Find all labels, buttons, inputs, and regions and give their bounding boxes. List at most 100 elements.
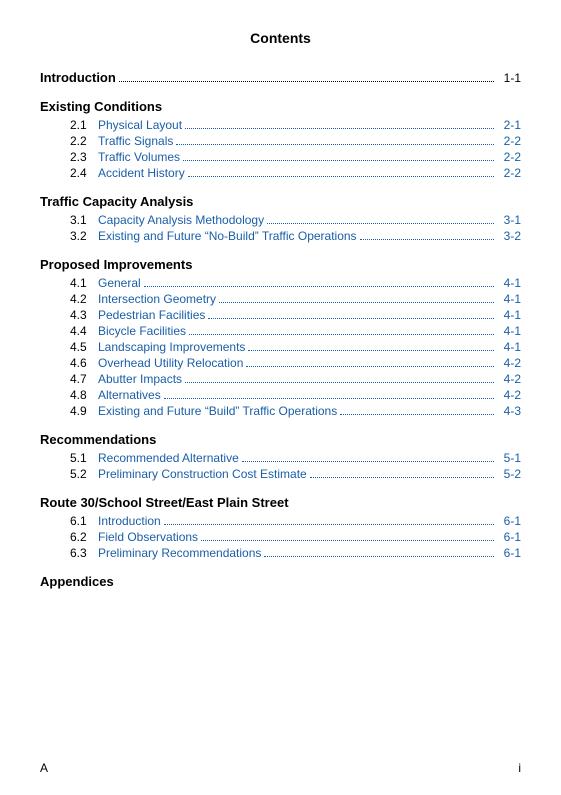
entry-number: 3.2 xyxy=(70,229,98,243)
entry-title: Accident History xyxy=(98,166,185,180)
toc-entry-2-7: 4.8Alternatives4-2 xyxy=(40,388,521,402)
entry-number: 2.3 xyxy=(70,150,98,164)
entry-title: Field Observations xyxy=(98,530,198,544)
toc-entry-4-2: 6.3Preliminary Recommendations6-1 xyxy=(40,546,521,560)
entry-title: Landscaping Improvements xyxy=(98,340,245,354)
toc-entry-2-0: 4.1General4-1 xyxy=(40,276,521,290)
entry-title: Traffic Signals xyxy=(98,134,173,148)
entry-title: Capacity Analysis Methodology xyxy=(98,213,264,227)
entry-page: 5-2 xyxy=(497,467,521,481)
section-heading-2: Proposed Improvements xyxy=(40,257,521,272)
entry-title: Bicycle Facilities xyxy=(98,324,186,338)
entry-dots xyxy=(183,160,494,161)
entry-dots xyxy=(360,239,494,240)
toc-entry-1-0: 3.1Capacity Analysis Methodology 3-1 xyxy=(40,213,521,227)
entry-dots xyxy=(189,334,494,335)
entry-number: 4.5 xyxy=(70,340,98,354)
entry-title: Existing and Future “Build” Traffic Oper… xyxy=(98,404,337,418)
entry-dots xyxy=(208,318,494,319)
entry-number: 4.4 xyxy=(70,324,98,338)
entry-page: 2-2 xyxy=(497,134,521,148)
entry-number: 4.9 xyxy=(70,404,98,418)
entry-dots xyxy=(310,477,494,478)
footer-left: A xyxy=(40,761,48,775)
entry-page: 4-3 xyxy=(497,404,521,418)
entry-number: 2.2 xyxy=(70,134,98,148)
entry-page: 4-1 xyxy=(497,292,521,306)
entry-title: Pedestrian Facilities xyxy=(98,308,205,322)
section-heading-3: Recommendations xyxy=(40,432,521,447)
toc-entry-0-3: 2.4Accident History2-2 xyxy=(40,166,521,180)
toc-entry-2-4: 4.5Landscaping Improvements 4-1 xyxy=(40,340,521,354)
entry-dots xyxy=(246,366,494,367)
entry-title: Preliminary Recommendations xyxy=(98,546,261,560)
page: Contents Introduction 1-1 Existing Condi… xyxy=(0,0,561,795)
toc-section-1: Traffic Capacity Analysis 3.1Capacity Ana… xyxy=(40,194,521,243)
entry-number: 4.7 xyxy=(70,372,98,386)
entry-page: 4-1 xyxy=(497,276,521,290)
entry-dots xyxy=(242,461,494,462)
entry-dots xyxy=(185,128,494,129)
toc-entry-0-2: 2.3Traffic Volumes 2-2 xyxy=(40,150,521,164)
entry-dots xyxy=(164,524,494,525)
footer-right: i xyxy=(518,761,521,775)
entry-page: 3-2 xyxy=(497,229,521,243)
entry-dots xyxy=(264,556,494,557)
entry-dots xyxy=(267,223,494,224)
entry-page: 5-1 xyxy=(497,451,521,465)
entry-number: 6.1 xyxy=(70,514,98,528)
entry-page: 6-1 xyxy=(497,514,521,528)
introduction-page: 1-1 xyxy=(497,71,521,85)
entry-number: 4.1 xyxy=(70,276,98,290)
entry-page: 2-2 xyxy=(497,166,521,180)
entry-page: 4-2 xyxy=(497,356,521,370)
toc-entry-2-1: 4.2Intersection Geometry4-1 xyxy=(40,292,521,306)
toc-entry-3-1: 5.2Preliminary Construction Cost Estimat… xyxy=(40,467,521,481)
entry-page: 2-2 xyxy=(497,150,521,164)
entry-number: 4.6 xyxy=(70,356,98,370)
entry-number: 4.8 xyxy=(70,388,98,402)
entry-title: Recommended Alternative xyxy=(98,451,239,465)
toc-entry-0-1: 2.2Traffic Signals 2-2 xyxy=(40,134,521,148)
entry-title: Abutter Impacts xyxy=(98,372,182,386)
entry-title: Introduction xyxy=(98,514,161,528)
entry-title: Traffic Volumes xyxy=(98,150,180,164)
entry-page: 6-1 xyxy=(497,530,521,544)
entry-dots xyxy=(164,398,494,399)
toc-entry-2-3: 4.4Bicycle Facilities 4-1 xyxy=(40,324,521,338)
toc-entry-4-0: 6.1Introduction 6-1 xyxy=(40,514,521,528)
entry-number: 4.3 xyxy=(70,308,98,322)
entry-dots xyxy=(144,286,494,287)
page-title: Contents xyxy=(40,30,521,46)
toc-entry-2-2: 4.3Pedestrian Facilities 4-1 xyxy=(40,308,521,322)
entry-page: 4-1 xyxy=(497,340,521,354)
entry-dots xyxy=(219,302,494,303)
entry-number: 3.1 xyxy=(70,213,98,227)
toc-introduction: Introduction 1-1 xyxy=(40,70,521,85)
toc-section-0: Existing Conditions2.1Physical Layout2-1… xyxy=(40,99,521,180)
toc-entry-0-0: 2.1Physical Layout2-1 xyxy=(40,118,521,132)
toc-entry-4-1: 6.2Field Observations 6-1 xyxy=(40,530,521,544)
entry-page: 4-1 xyxy=(497,324,521,338)
section-heading-4: Route 30/School Street/East Plain Street xyxy=(40,495,521,510)
toc-section-3: Recommendations 5.1Recommended Alternativ… xyxy=(40,432,521,481)
entry-title: Alternatives xyxy=(98,388,161,402)
entry-dots xyxy=(185,382,494,383)
entry-number: 5.2 xyxy=(70,467,98,481)
entry-dots xyxy=(188,176,494,177)
entry-number: 2.1 xyxy=(70,118,98,132)
entry-page: 3-1 xyxy=(497,213,521,227)
section-heading-5: Appendices xyxy=(40,574,521,589)
entry-page: 4-1 xyxy=(497,308,521,322)
entry-number: 6.2 xyxy=(70,530,98,544)
entry-number: 4.2 xyxy=(70,292,98,306)
section-heading-1: Traffic Capacity Analysis xyxy=(40,194,521,209)
entry-title: Physical Layout xyxy=(98,118,182,132)
toc-section-2: Proposed Improvements 4.1General4-1 4.2Int… xyxy=(40,257,521,418)
entry-number: 5.1 xyxy=(70,451,98,465)
toc-entry-2-6: 4.7Abutter Impacts4-2 xyxy=(40,372,521,386)
introduction-dots xyxy=(119,81,494,82)
toc-section-4: Route 30/School Street/East Plain Street… xyxy=(40,495,521,560)
entry-title: Preliminary Construction Cost Estimate xyxy=(98,467,307,481)
entry-number: 6.3 xyxy=(70,546,98,560)
